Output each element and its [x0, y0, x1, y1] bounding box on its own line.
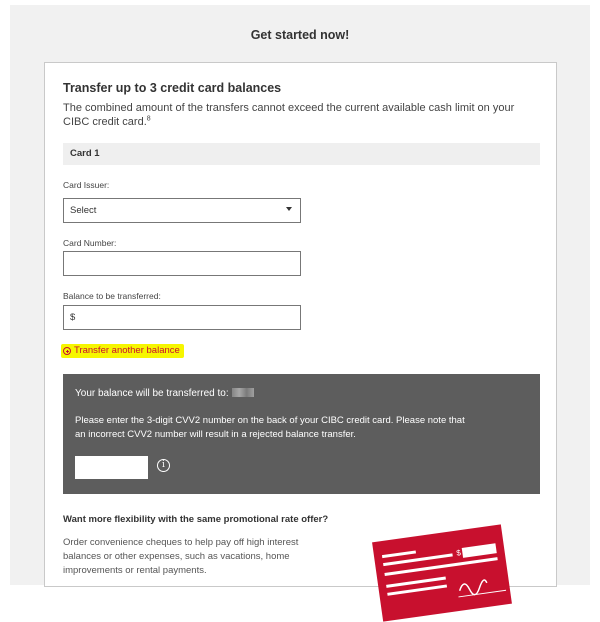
footnote-marker[interactable]: 8 — [147, 115, 151, 122]
card-header: Card 1 — [63, 143, 540, 165]
promo-heading: Want more flexibility with the same prom… — [63, 514, 329, 525]
transfer-another-balance-link[interactable]: Transfer another balance — [61, 344, 184, 358]
masked-card-number — [231, 388, 254, 397]
transfer-another-label: Transfer another balance — [74, 345, 180, 356]
card-number-input[interactable] — [63, 251, 301, 276]
card-issuer-value: Select — [70, 205, 97, 216]
transfer-destination-label: Your balance will be transferred to: — [75, 388, 229, 399]
balance-label: Balance to be transferred: — [63, 291, 161, 301]
page-title: Get started now! — [250, 28, 350, 42]
balance-transfer-panel: Transfer up to 3 credit card balances Th… — [44, 62, 557, 622]
card-number-label: Card Number: — [63, 238, 117, 248]
cvv-instructions: Please enter the 3-digit CVV2 number on … — [75, 415, 465, 440]
description-text: The combined amount of the transfers can… — [63, 102, 515, 128]
section-description: The combined amount of the transfers can… — [63, 101, 543, 129]
plus-circle-icon — [63, 347, 71, 355]
cvv-input[interactable] — [75, 456, 148, 479]
cheque-illustration: $ — [372, 524, 512, 622]
transfer-destination-text: Your balance will be transferred to: — [75, 388, 254, 399]
balance-input[interactable]: $ — [63, 305, 301, 330]
card-issuer-select[interactable]: Select — [63, 198, 301, 223]
chevron-down-icon — [286, 207, 292, 211]
info-icon[interactable]: i — [157, 459, 170, 472]
promo-description: Order convenience cheques to help pay of… — [63, 537, 299, 576]
card-issuer-label: Card Issuer: — [63, 180, 110, 190]
cvv-panel: Your balance will be transferred to: Ple… — [63, 374, 540, 494]
section-heading: Transfer up to 3 credit card balances — [63, 81, 282, 95]
